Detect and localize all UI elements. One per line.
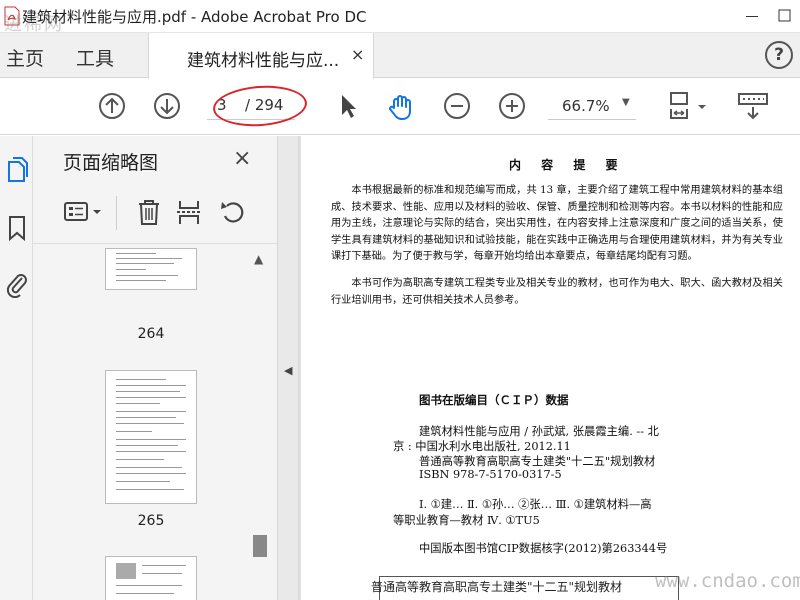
maximize-button[interactable] — [771, 4, 799, 28]
paragraph: 本书根据最新的标准和规范编写而成，共 13 章，主要介绍了建筑工程中常用建筑材料… — [331, 185, 783, 262]
minimize-button[interactable] — [738, 4, 766, 28]
panel-title: 页面缩略图 — [63, 152, 159, 174]
panel-splitter[interactable]: ◀ — [277, 136, 299, 600]
thumbnail-options-button[interactable] — [63, 198, 105, 226]
document-page: 内 容 提 要 本书根据最新的标准和规范编写而成，共 13 章，主要介绍了建筑工… — [301, 136, 800, 600]
select-cursor-button[interactable] — [333, 91, 363, 121]
thumbnail-label: 264 — [137, 326, 165, 342]
cip-title: 图书在版编目（ＣＩＰ）数据 — [419, 393, 569, 407]
close-panel-button[interactable]: × — [233, 146, 251, 171]
thumbnail-page-264[interactable] — [105, 248, 197, 290]
hand-tool-button[interactable] — [386, 91, 416, 121]
tab-document[interactable]: 建筑材料性能与应... × — [148, 33, 374, 79]
delete-page-button[interactable] — [135, 198, 163, 226]
tab-home[interactable]: 主页 — [6, 44, 44, 71]
document-tab-label: 建筑材料性能与应... — [187, 51, 340, 71]
left-rail — [0, 136, 33, 600]
cip-line: 等职业教育—教材 Ⅳ. ①TU5 — [393, 514, 540, 527]
scrollbar-thumb[interactable] — [253, 535, 267, 557]
thumbnail-list[interactable]: 264 265 — [33, 248, 255, 600]
close-tab-button[interactable]: × — [351, 45, 364, 64]
thumbnail-page-265[interactable] — [105, 370, 197, 504]
tab-tools[interactable]: 工具 — [76, 44, 114, 71]
zoom-value: 66.7% — [562, 97, 610, 115]
chevron-down-icon: ▼ — [622, 97, 630, 108]
panel-toolbar — [33, 186, 277, 244]
window-title: 建筑材料性能与应用.pdf - Adobe Acrobat Pro DC — [22, 8, 367, 26]
help-button[interactable]: ? — [765, 41, 793, 69]
thumbnail-label: 265 — [137, 513, 165, 529]
keyboard-tool-button[interactable] — [737, 91, 769, 121]
cip-line: 建筑材料性能与应用 / 孙武斌, 张晨霞主编. -- 北 — [419, 425, 659, 438]
zoom-in-button[interactable] — [497, 91, 527, 121]
thumbnail-page-next[interactable] — [105, 556, 197, 600]
next-page-button[interactable] — [152, 91, 182, 121]
previous-page-button[interactable] — [97, 91, 127, 121]
maximize-icon — [778, 9, 791, 22]
thumbnail-panel: 页面缩略图 × 264 265 — [33, 136, 277, 600]
zoom-select[interactable]: 66.7% ▼ — [548, 93, 636, 120]
bottom-box-text: 普通高等教育高职高专土建类"十二五"规划教材 — [371, 580, 623, 594]
cip-line: 中国版本图书馆CIP数据核字(2012)第263344号 — [419, 542, 668, 555]
tab-bar: 主页 工具 建筑材料性能与应... × ? — [0, 33, 800, 79]
toolbar-separator — [116, 196, 117, 230]
scroll-mode-button[interactable] — [668, 91, 710, 121]
cip-line: 京 : 中国水利水电出版社, 2012.11 — [393, 440, 571, 453]
watermark-bottom: www.cndao.com — [655, 570, 800, 592]
rotate-page-button[interactable] — [219, 198, 247, 226]
bookmark-icon[interactable] — [5, 214, 29, 242]
toolbar: 3 / 294 66.7% ▼ — [0, 79, 800, 135]
extract-page-button[interactable] — [175, 198, 203, 226]
cip-line: ISBN 978-7-5170-0317-5 — [419, 468, 562, 481]
page-heading: 内 容 提 要 — [509, 158, 626, 172]
collapse-panel-icon[interactable]: ◀ — [284, 364, 292, 377]
attachment-icon[interactable] — [5, 270, 29, 298]
page-thumbnails-icon[interactable] — [5, 156, 29, 184]
thumbnail-scrollbar[interactable]: ▲ — [250, 248, 270, 600]
cip-line: Ⅰ. ①建… Ⅱ. ①孙… ②张… Ⅲ. ①建筑材料—高 — [419, 498, 652, 511]
cip-line: 普通高等教育高职高专土建类"十二五"规划教材 — [419, 455, 656, 468]
scroll-up-icon[interactable]: ▲ — [254, 252, 263, 266]
paragraph: 本书可作为高职高专建筑工程类专业及相关专业的教材，也可作为电大、职大、函大教材及… — [331, 278, 783, 306]
title-bar: 进稀网 建筑材料性能与应用.pdf - Adobe Acrobat Pro DC — [0, 0, 800, 35]
zoom-out-button[interactable] — [442, 91, 472, 121]
